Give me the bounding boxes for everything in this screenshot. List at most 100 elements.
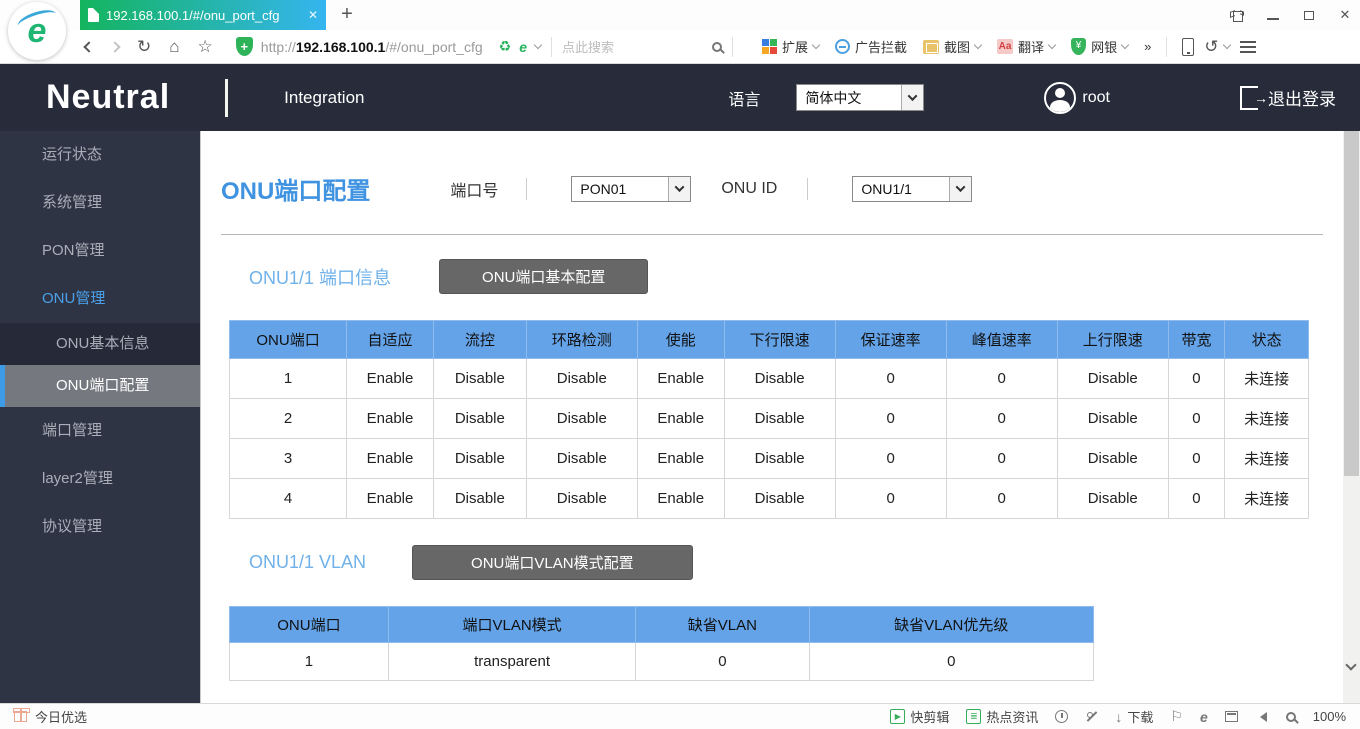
more-tools-button[interactable]: » — [1144, 39, 1151, 54]
pon-port-select[interactable]: PON01 — [571, 175, 692, 202]
table-cell: 未连接 — [1224, 358, 1309, 399]
sidebar-item-pon-mgmt[interactable]: PON管理 — [0, 227, 200, 275]
scrollbar-down-arrow-icon[interactable] — [1345, 659, 1357, 671]
minimize-button[interactable] — [1266, 8, 1280, 22]
table-cell: Disable — [525, 398, 638, 439]
column-header: 端口VLAN模式 — [387, 606, 637, 643]
sidebar-item-port-mgmt[interactable]: 端口管理 — [0, 407, 200, 455]
table-row: 2 Enable Disable Disable Enable Disable 0 0 Disa… — [228, 398, 1309, 439]
page-title: ONU端口配置 — [221, 178, 371, 205]
column-header: 状态 — [1224, 320, 1309, 359]
onu-port-vlan-mode-config-button[interactable]: ONU端口VLAN模式配置 — [412, 545, 693, 580]
magnifier-icon — [1285, 711, 1296, 722]
new-tab-button[interactable]: + — [334, 2, 360, 28]
browser-tab[interactable]: 192.168.100.1/#/onu_port_cfg ✕ — [80, 0, 326, 30]
url-display[interactable]: http://192.168.100.1/#/onu_port_cfg — [261, 39, 483, 55]
sidebar-item-onu-mgmt[interactable]: ONU管理 — [0, 275, 200, 323]
sidebar-item-protocol-mgmt[interactable]: 协议管理 — [0, 503, 200, 551]
divider — [1166, 36, 1168, 57]
table-cell: 未连接 — [1224, 478, 1309, 519]
home-icon[interactable]: ⌂ — [169, 37, 179, 57]
history-button[interactable] — [1055, 710, 1069, 723]
no-trace-mode-button[interactable] — [1085, 710, 1098, 723]
username: root — [1082, 88, 1110, 106]
table-cell: 3 — [228, 438, 348, 479]
no-trace-icon[interactable]: ♻ — [499, 38, 512, 55]
feedback-button[interactable]: ⚐ — [1170, 708, 1183, 725]
table-cell: Disable — [1056, 398, 1169, 439]
window-layout-button[interactable] — [1224, 711, 1238, 722]
refresh-icon[interactable]: ↻ — [137, 37, 151, 57]
speed-mode-icon[interactable]: e — [519, 39, 527, 55]
logout-door-icon — [1240, 85, 1268, 110]
hot-news-button[interactable]: ≣ 热点资讯 — [966, 707, 1038, 726]
screenshot-icon — [923, 39, 940, 54]
pin-icon — [1085, 710, 1098, 723]
favorites-star-icon[interactable]: ☆ — [198, 37, 213, 57]
adblock-button[interactable]: 广告拦截 — [835, 37, 907, 56]
adblock-icon — [835, 39, 851, 54]
menu-button[interactable] — [1239, 40, 1256, 53]
back-icon[interactable] — [83, 38, 95, 55]
download-button[interactable]: ↓ 下载 — [1115, 707, 1153, 726]
onu-port-basic-config-button[interactable]: ONU端口基本配置 — [439, 259, 649, 294]
column-header: 缺省VLAN — [635, 606, 810, 643]
sidebar-item-onu-basic-info[interactable]: ONU基本信息 — [0, 323, 200, 365]
daily-picks-button[interactable]: 今日优选 — [35, 707, 87, 726]
browser-bottom-bar: 今日优选 ▶ 快剪辑 ≣ 热点资讯 ↓ 下载 ⚐ e 100% — [0, 703, 1360, 729]
translate-button[interactable]: Aa 翻译 — [997, 37, 1057, 56]
sidebar-item-running-status[interactable]: 运行状态 — [0, 131, 200, 179]
phone-icon — [1182, 37, 1195, 56]
onu-id-select[interactable]: ONU1/1 — [852, 175, 973, 202]
table-cell: 0 — [834, 478, 947, 519]
ie-mode-button[interactable]: e — [1200, 709, 1208, 725]
table-cell: 0 — [834, 438, 947, 479]
table-cell: Disable — [525, 438, 638, 479]
search-input[interactable]: 点此搜索 — [562, 37, 712, 56]
quick-clip-button[interactable]: ▶ 快剪辑 — [890, 707, 949, 726]
tab-title: 192.168.100.1/#/onu_port_cfg — [106, 7, 280, 23]
table-cell: 4 — [228, 478, 348, 519]
table-cell: 0 — [1167, 478, 1226, 519]
screenshot-button[interactable]: 截图 — [923, 37, 983, 56]
column-header: ONU端口 — [228, 320, 348, 359]
vertical-scrollbar[interactable] — [1343, 131, 1360, 703]
brand-divider — [225, 78, 229, 117]
mute-button[interactable] — [1255, 711, 1269, 722]
e-icon: e — [1199, 708, 1208, 725]
zoom-level[interactable]: 100% — [1313, 709, 1346, 724]
zoom-button[interactable] — [1285, 711, 1296, 722]
restore-button[interactable] — [1302, 7, 1319, 22]
scrollbar-thumb[interactable] — [1344, 131, 1359, 476]
table-cell: 2 — [228, 398, 348, 439]
onu-id-label: ONU ID — [721, 179, 778, 197]
forward-icon[interactable] — [109, 38, 121, 55]
divider — [526, 177, 528, 200]
tab-close-icon[interactable]: ✕ — [308, 8, 318, 22]
extensions-button[interactable]: 扩展 — [762, 37, 821, 56]
undo-closed-tab-button[interactable]: ↺ — [1204, 37, 1231, 57]
sidebar-item-onu-port-config[interactable]: ONU端口配置 — [0, 365, 200, 407]
table-row: 4 Enable Disable Disable Enable Disable 0 0 Disa… — [228, 478, 1309, 519]
mobile-view-button[interactable] — [1182, 37, 1195, 56]
user-avatar-icon[interactable] — [1044, 81, 1077, 114]
logout-button[interactable]: 退出登录 — [1240, 85, 1336, 110]
chevron-down-icon — [1047, 40, 1057, 50]
theme-shirt-icon[interactable] — [1230, 8, 1244, 22]
security-shield-icon[interactable]: + — [235, 37, 253, 56]
sidebar-item-layer2-mgmt[interactable]: layer2管理 — [0, 455, 200, 503]
banking-button[interactable]: ¥ 网银 — [1071, 37, 1130, 56]
extensions-grid-icon — [762, 39, 777, 54]
sidebar-item-system-mgmt[interactable]: 系统管理 — [0, 179, 200, 227]
select-arrow-icon — [668, 176, 691, 201]
close-button[interactable]: ✕ — [1338, 7, 1352, 22]
language-select[interactable]: 简体中文 — [796, 84, 925, 111]
column-header: 环路检测 — [525, 320, 638, 359]
url-dropdown-icon[interactable] — [533, 40, 543, 50]
browser-logo-icon[interactable]: e — [8, 2, 66, 60]
logo-e: e — [27, 11, 47, 50]
search-icon[interactable] — [712, 41, 722, 52]
table-cell: 未连接 — [1224, 438, 1309, 479]
column-header: 保证速率 — [834, 320, 947, 359]
column-header: 使能 — [636, 320, 725, 359]
